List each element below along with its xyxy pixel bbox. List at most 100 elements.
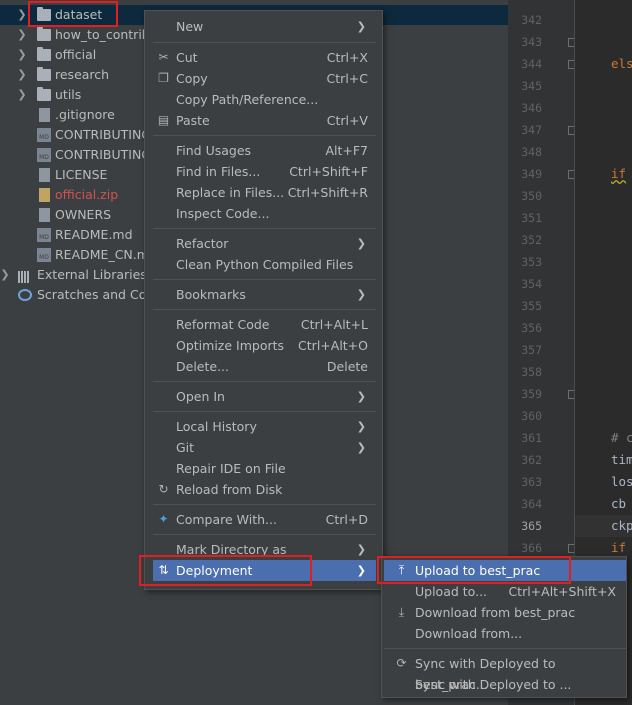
menu-item-label: Find Usages	[176, 143, 252, 158]
menu-item-local-history[interactable]: Local History ❯	[153, 416, 376, 437]
menu-separator	[384, 648, 626, 649]
menu-item-find-in-files[interactable]: Find in Files... Ctrl+Shift+F	[153, 161, 376, 182]
menu-item-replace-in-files[interactable]: Replace in Files... Ctrl+Shift+R	[153, 182, 376, 203]
line-number-current: 365	[521, 519, 542, 533]
menu-item-paste[interactable]: ▤ Paste Ctrl+V	[153, 110, 376, 131]
tree-item-label: official.zip	[55, 187, 119, 202]
menu-item-clean-python[interactable]: Clean Python Compiled Files	[153, 254, 376, 275]
submenu-item-label: Download from...	[415, 626, 523, 641]
menu-separator	[153, 42, 376, 43]
file-icon	[39, 108, 50, 122]
menu-item-reload-from-disk[interactable]: ↻ Reload from Disk	[153, 479, 376, 500]
menu-item-bookmarks[interactable]: Bookmarks ❯	[153, 284, 376, 305]
tree-item-label: External Libraries	[37, 267, 147, 282]
menu-item-label: Bookmarks	[176, 287, 246, 302]
line-number: 353	[521, 255, 542, 269]
menu-item-optimize-imports[interactable]: Optimize Imports Ctrl+Alt+O	[153, 335, 376, 356]
code-line: if	[611, 166, 627, 181]
menu-separator	[153, 504, 376, 505]
line-number: 355	[521, 299, 542, 313]
markdown-file-icon: MD	[37, 148, 51, 162]
chevron-right-icon[interactable]: ❯	[17, 85, 27, 105]
menu-item-label: Delete...	[176, 359, 229, 374]
menu-item-shortcut: Ctrl+Alt+O	[298, 338, 368, 353]
menu-item-label: New	[176, 19, 204, 34]
menu-item-copy[interactable]: ❐ Copy Ctrl+C	[153, 68, 376, 89]
sync-icon: ⟳	[396, 656, 407, 670]
menu-item-reformat[interactable]: Reformat Code Ctrl+Alt+L	[153, 314, 376, 335]
menu-item-shortcut: Alt+F7	[325, 143, 368, 158]
menu-item-label: Optimize Imports	[176, 338, 285, 353]
line-number: 343	[521, 35, 542, 49]
menu-item-repair-ide[interactable]: Repair IDE on File	[153, 458, 376, 479]
submenu-item-shortcut: Ctrl+Alt+Shift+X	[508, 584, 616, 599]
download-icon: ⤓	[398, 605, 405, 619]
paste-icon: ▤	[157, 113, 170, 127]
menu-item-shortcut: Ctrl+Alt+L	[300, 317, 368, 332]
markdown-file-icon: MD	[37, 228, 51, 242]
chevron-right-icon[interactable]: ❯	[17, 45, 27, 65]
menu-item-inspect-code[interactable]: Inspect Code...	[153, 203, 376, 224]
menu-separator	[153, 381, 376, 382]
tree-item-label: README_CN.m	[55, 247, 149, 262]
menu-item-refactor[interactable]: Refactor ❯	[153, 233, 376, 254]
line-number: 346	[521, 101, 542, 115]
file-icon	[39, 208, 50, 222]
line-number: 344	[521, 57, 542, 71]
menu-item-copy-path[interactable]: Copy Path/Reference...	[153, 89, 376, 110]
menu-item-label: Refactor	[176, 236, 229, 251]
line-number: 347	[521, 123, 542, 137]
menu-separator	[153, 279, 376, 280]
chevron-right-icon[interactable]: ❯	[17, 25, 27, 45]
tree-item-label: CONTRIBUTING	[55, 147, 152, 162]
chevron-right-icon[interactable]: ❯	[17, 5, 27, 25]
tree-item-label: .gitignore	[55, 107, 115, 122]
folder-icon	[37, 87, 51, 101]
markdown-file-icon: MD	[37, 128, 51, 142]
submenu-arrow-icon: ❯	[356, 564, 366, 577]
menu-item-label: Compare With...	[176, 512, 277, 527]
line-number: 361	[521, 431, 542, 445]
tree-item-label: how_to_contrib	[55, 27, 150, 42]
menu-item-label: Inspect Code...	[176, 206, 270, 221]
menu-item-compare-with[interactable]: ✦ Compare With... Ctrl+D	[153, 509, 376, 530]
folder-icon	[37, 67, 51, 81]
submenu-item-label: Sync with Deployed to ...	[415, 677, 572, 692]
code-line: # c	[611, 430, 632, 445]
line-number: 356	[521, 321, 542, 335]
menu-item-shortcut: Ctrl+Shift+F	[289, 164, 368, 179]
chevron-right-icon[interactable]: ❯	[0, 265, 10, 285]
menu-item-new[interactable]: New ❯	[153, 16, 376, 37]
menu-item-git[interactable]: Git ❯	[153, 437, 376, 458]
submenu-item-download-from[interactable]: Download from...	[384, 623, 626, 644]
menu-item-label: Reformat Code	[176, 317, 270, 332]
annotation-box-deployment	[139, 555, 312, 586]
submenu-item-sync-to[interactable]: Sync with Deployed to ...	[384, 674, 626, 695]
chevron-right-icon[interactable]: ❯	[17, 65, 27, 85]
submenu-item-download-best-prac[interactable]: ⤓ Download from best_prac	[384, 602, 626, 623]
library-icon	[18, 269, 32, 283]
line-number: 357	[521, 343, 542, 357]
folder-icon	[37, 47, 51, 61]
menu-item-delete[interactable]: Delete... Delete	[153, 356, 376, 377]
line-number: 351	[521, 211, 542, 225]
line-number: 349	[521, 167, 542, 181]
submenu-arrow-icon: ❯	[356, 20, 366, 33]
menu-item-label: Copy Path/Reference...	[176, 92, 319, 107]
submenu-item-upload-to[interactable]: Upload to... Ctrl+Alt+Shift+X	[384, 581, 626, 602]
tree-item-label: utils	[55, 87, 82, 102]
zip-file-icon	[39, 188, 50, 202]
menu-item-open-in[interactable]: Open In ❯	[153, 386, 376, 407]
tree-item-label: Scratches and Cor	[37, 287, 152, 302]
line-number: 360	[521, 409, 542, 423]
markdown-file-icon: MD	[37, 248, 51, 262]
menu-item-shortcut: Ctrl+Shift+R	[287, 185, 368, 200]
submenu-item-label: Download from best_prac	[415, 605, 576, 620]
tree-item-label: README.md	[55, 227, 133, 242]
menu-item-find-usages[interactable]: Find Usages Alt+F7	[153, 140, 376, 161]
submenu-item-sync-best-prac[interactable]: ⟳ Sync with Deployed to best_prac...	[384, 653, 626, 692]
reload-icon: ↻	[158, 482, 169, 496]
menu-item-cut[interactable]: ✂ Cut Ctrl+X	[153, 47, 376, 68]
code-line: tim	[611, 452, 632, 467]
line-number: 345	[521, 79, 542, 93]
